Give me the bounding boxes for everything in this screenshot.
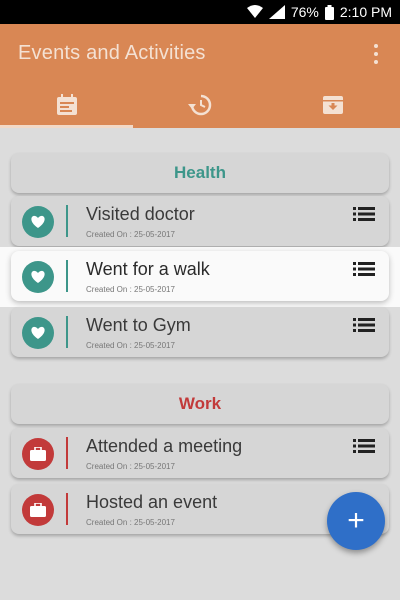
add-event-button[interactable]: + xyxy=(327,492,385,550)
event-title: Went for a walk xyxy=(86,259,210,279)
event-title: Hosted an event xyxy=(86,492,218,512)
heart-icon xyxy=(22,206,54,238)
heart-icon xyxy=(22,261,54,293)
event-created-date: Created On : 25-05-2017 xyxy=(86,341,175,350)
list-icon[interactable] xyxy=(353,262,375,276)
list-icon[interactable] xyxy=(353,318,375,332)
app-title: Events and Activities xyxy=(18,42,206,64)
status-bar: 76% 2:10 PM xyxy=(0,0,400,24)
signal-icon xyxy=(268,5,285,19)
briefcase-icon xyxy=(22,494,54,526)
app-bar: Events and Activities xyxy=(0,24,400,128)
briefcase-icon xyxy=(22,438,54,470)
list-item[interactable]: Attended a meeting Created On : 25-05-20… xyxy=(11,428,389,478)
event-created-date: Created On : 25-05-2017 xyxy=(86,230,175,239)
calendar-icon xyxy=(56,93,78,121)
category-divider xyxy=(66,316,68,348)
section-header-work: Work xyxy=(11,384,389,424)
list-icon[interactable] xyxy=(353,207,375,221)
tab-calendar[interactable] xyxy=(0,86,134,128)
event-title: Attended a meeting xyxy=(86,436,243,456)
tab-history[interactable] xyxy=(133,86,266,128)
overflow-menu-icon[interactable] xyxy=(368,42,384,66)
tab-archive[interactable] xyxy=(267,86,400,128)
battery-percent: 76% xyxy=(290,4,319,20)
list-icon[interactable] xyxy=(353,439,375,453)
list-item[interactable]: Went to Gym Created On : 25-05-2017 xyxy=(11,307,389,357)
event-created-date: Created On : 25-05-2017 xyxy=(86,518,175,527)
list-item[interactable]: Went for a walk Created On : 25-05-2017 xyxy=(11,251,389,301)
category-divider xyxy=(66,437,68,469)
archive-icon xyxy=(322,94,344,121)
tab-bar xyxy=(0,86,400,128)
category-divider xyxy=(66,260,68,292)
battery-icon xyxy=(324,4,334,20)
event-title: Visited doctor xyxy=(86,204,195,224)
wifi-icon xyxy=(246,5,263,19)
event-title: Went to Gym xyxy=(86,315,191,335)
category-divider xyxy=(66,493,68,525)
event-created-date: Created On : 25-05-2017 xyxy=(86,462,175,471)
section-header-health: Health xyxy=(11,153,389,193)
clock: 2:10 PM xyxy=(339,4,392,20)
heart-icon xyxy=(22,317,54,349)
event-created-date: Created On : 25-05-2017 xyxy=(86,285,175,294)
category-divider xyxy=(66,205,68,237)
list-item[interactable]: Visited doctor Created On : 25-05-2017 xyxy=(11,196,389,246)
history-icon xyxy=(187,94,213,121)
